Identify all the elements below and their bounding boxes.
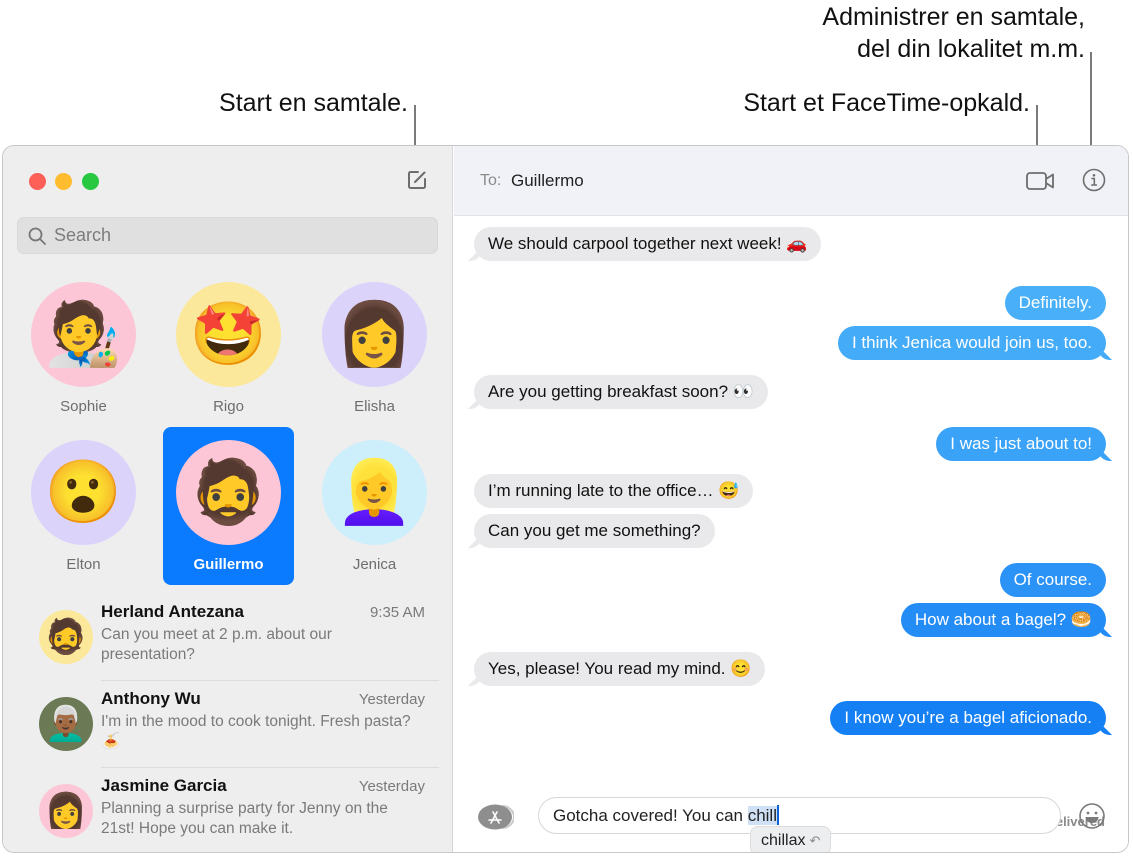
conversation-time: 9:35 AM <box>369 604 425 621</box>
emoji-button[interactable] <box>1078 802 1106 830</box>
pinned-guillermo[interactable]: 🧔 Guillermo <box>163 427 294 585</box>
undo-icon: ↶ <box>809 833 821 848</box>
conversation-name: Anthony Wu <box>101 689 201 708</box>
video-camera-icon <box>1026 172 1054 190</box>
compose-icon <box>408 171 426 189</box>
memoji-avatar-icon: 🧔 <box>44 618 88 656</box>
callout-manage-line1: Administrer en samtale, <box>822 3 1085 31</box>
conversation-list: 🧔 Herland Antezana 9:35 AM Can you meet … <box>3 594 453 852</box>
outgoing-message[interactable]: Of course. <box>999 563 1106 597</box>
incoming-message[interactable]: Yes, please! You read my mind. 😊 <box>474 652 766 686</box>
minimize-button[interactable] <box>55 173 72 190</box>
search-field[interactable] <box>17 217 438 254</box>
incoming-message[interactable]: Are you getting breakfast soon? 👀 <box>474 375 768 409</box>
app-store-icon <box>478 804 515 830</box>
outgoing-message[interactable]: How about a bagel? 🥯 <box>900 603 1106 637</box>
sidebar: 🧑‍🎨 Sophie 🤩 Rigo 👩 Elisha 😮 Elton 🧔 Gui… <box>3 146 453 852</box>
chat-pane: To: Guillermo Delivered some of our cowo… <box>454 146 1128 852</box>
autocorrect-highlight: chill <box>747 806 777 825</box>
conversation-time: Yesterday <box>358 691 425 708</box>
chat-header: To: Guillermo <box>454 146 1128 216</box>
avatar: 🧑‍🎨 <box>31 282 136 387</box>
memoji-avatar-icon: 👩 <box>44 792 88 830</box>
conversation-item[interactable]: 👨🏾‍🦳 Anthony Wu Yesterday I'm in the moo… <box>3 681 453 768</box>
incoming-message[interactable]: Can you get me something? <box>474 514 715 548</box>
facetime-button[interactable] <box>1026 171 1056 196</box>
conversation-item[interactable]: 👩 Jasmine Garcia Yesterday Planning a su… <box>3 768 453 852</box>
recipient-name[interactable]: Guillermo <box>511 171 584 191</box>
avatar: 🧔 <box>39 610 93 664</box>
compose-button[interactable] <box>405 168 429 192</box>
memoji-avatar-icon: 🤩 <box>189 300 268 369</box>
incoming-message[interactable]: I’m running late to the office… 😅 <box>474 474 754 508</box>
search-icon <box>28 227 46 245</box>
pinned-elisha[interactable]: 👩 Elisha <box>309 274 440 432</box>
smiley-face-icon <box>1079 803 1105 829</box>
conversation-item[interactable]: 🧔 Herland Antezana 9:35 AM Can you meet … <box>3 594 453 681</box>
outgoing-message[interactable]: I was just about to! <box>936 427 1106 461</box>
conversation-name: Herland Antezana <box>101 602 244 621</box>
to-label: To: <box>480 172 502 189</box>
avatar: 👩 <box>39 784 93 838</box>
conversation-name: Jasmine Garcia <box>101 776 227 795</box>
conversation-time: Yesterday <box>358 778 425 795</box>
pinned-name: Elton <box>66 556 101 573</box>
autocorrect-suggestion[interactable]: chillax ↶ <box>750 826 832 852</box>
callout-manage-line2: del din lokalitet m.m. <box>857 35 1085 63</box>
pinned-sophie[interactable]: 🧑‍🎨 Sophie <box>18 274 149 432</box>
photo-avatar-icon: 👨🏾‍🦳 <box>44 705 88 743</box>
pinned-name: Guillermo <box>193 556 264 573</box>
callout-facetime: Start et FaceTime-opkald. <box>743 89 1030 117</box>
composer: Gotcha covered! You can chill chillax ↶ <box>454 782 1128 852</box>
avatar: 👱‍♀️ <box>322 440 427 545</box>
memoji-avatar-icon: 👱‍♀️ <box>335 458 414 527</box>
avatar: 😮 <box>31 440 136 545</box>
close-button[interactable] <box>29 173 46 190</box>
incoming-message[interactable]: We should carpool together next week! 🚗 <box>474 227 822 261</box>
messages-window: 🧑‍🎨 Sophie 🤩 Rigo 👩 Elisha 😮 Elton 🧔 Gui… <box>2 145 1129 853</box>
message-text: Gotcha covered! You can <box>553 806 748 825</box>
info-icon <box>1082 168 1106 192</box>
callout-start-conversation: Start en samtale. <box>219 89 408 117</box>
pinned-elton[interactable]: 😮 Elton <box>18 432 149 590</box>
apps-button[interactable] <box>476 804 515 830</box>
outgoing-message[interactable]: Definitely. <box>1004 286 1106 320</box>
text-caret <box>777 805 779 825</box>
pinned-rigo[interactable]: 🤩 Rigo <box>163 274 294 432</box>
memoji-avatar-icon: 😮 <box>44 458 123 527</box>
memoji-avatar-icon: 🧔 <box>189 458 268 527</box>
conversation-preview: I'm in the mood to cook tonight. Fresh p… <box>101 713 411 750</box>
outgoing-message[interactable]: I think Jenica would join us, too. <box>837 326 1106 360</box>
memoji-avatar-icon: 🧑‍🎨 <box>44 300 123 369</box>
details-button[interactable] <box>1082 168 1106 197</box>
outgoing-message[interactable]: I know you’re a bagel aficionado. <box>830 701 1106 735</box>
pinned-name: Rigo <box>213 398 244 415</box>
memoji-avatar-icon: 👩 <box>335 300 414 369</box>
avatar: 👩 <box>322 282 427 387</box>
zoom-button[interactable] <box>82 173 99 190</box>
avatar: 🤩 <box>176 282 281 387</box>
avatar: 🧔 <box>176 440 281 545</box>
message-transcript: Delivered some of our coworkers. Thought… <box>454 177 1128 829</box>
search-input[interactable] <box>54 225 414 246</box>
avatar: 👨🏾‍🦳 <box>39 697 93 751</box>
conversation-preview: Planning a surprise party for Jenny on t… <box>101 800 388 837</box>
suggestion-text: chillax <box>761 832 806 849</box>
conversation-preview: Can you meet at 2 p.m. about our present… <box>101 626 332 663</box>
pinned-name: Elisha <box>354 398 395 415</box>
pinned-name: Sophie <box>60 398 107 415</box>
pinned-name: Jenica <box>352 556 397 573</box>
pinned-jenica[interactable]: 👱‍♀️ Jenica <box>309 432 440 590</box>
